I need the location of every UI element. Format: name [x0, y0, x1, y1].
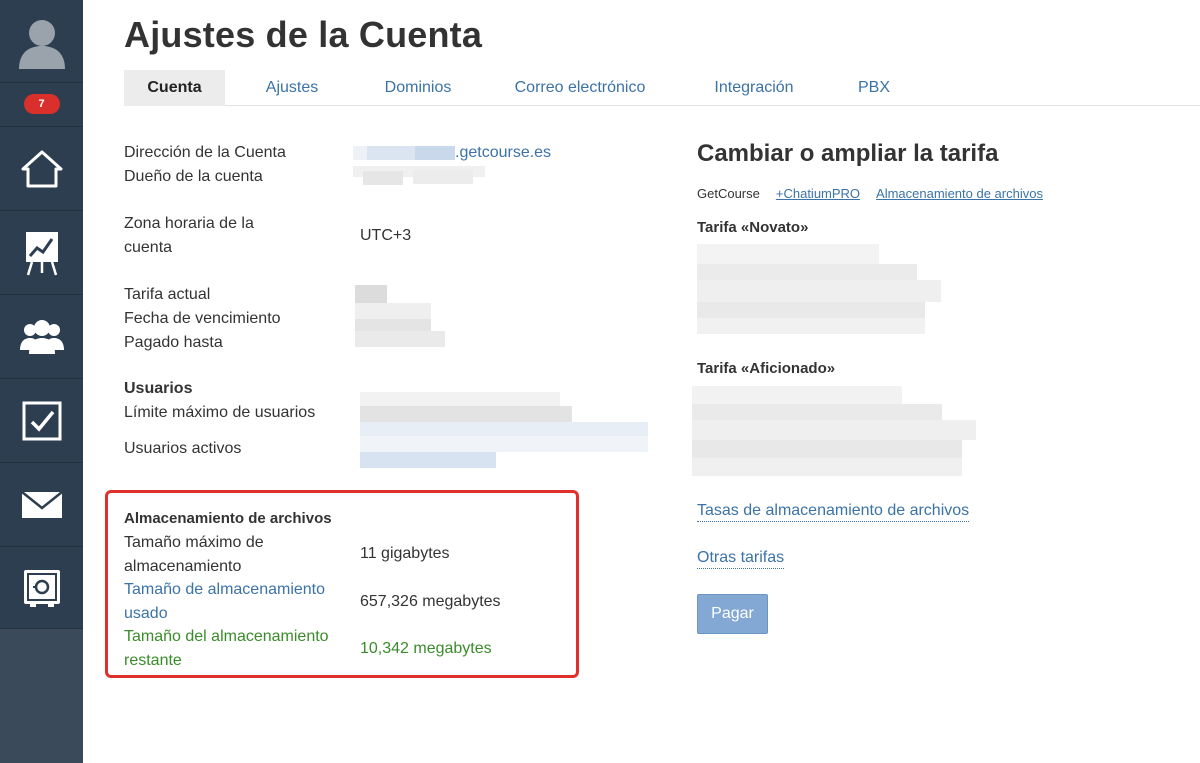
safe-icon — [23, 569, 60, 607]
redacted-address — [353, 146, 455, 160]
tab-correo[interactable]: Correo electrónico — [500, 70, 660, 106]
sidebar-item-reports[interactable] — [0, 211, 83, 295]
sidebar-item-safe[interactable] — [0, 547, 83, 629]
storage-heading: Almacenamiento de archivos — [124, 510, 332, 527]
storage-rates-link[interactable]: Tasas de almacenamiento de archivos — [697, 501, 970, 522]
storage-max-label-line2: almacenamiento — [124, 558, 242, 575]
tasks-icon — [22, 401, 61, 440]
address-label: Dirección de la Cuenta — [124, 144, 286, 161]
user-avatar[interactable] — [0, 0, 83, 83]
tab-cuenta[interactable]: Cuenta — [124, 70, 225, 106]
storage-max-value: 11 gigabytes — [360, 545, 450, 562]
address-domain-link[interactable]: .getcourse.es — [455, 141, 551, 165]
redacted-tariff-novato — [697, 244, 942, 336]
tariff-label: Tarifa actual — [124, 286, 211, 303]
home-icon — [21, 150, 62, 187]
timezone-label-line2: cuenta — [124, 239, 173, 256]
sidebar-item-mail[interactable] — [0, 463, 83, 547]
subnav-getcourse: GetCourse — [697, 186, 760, 201]
users-limit-label: Límite máximo de usuarios — [124, 404, 316, 421]
sidebar-item-users[interactable] — [0, 295, 83, 379]
storage-remaining-label-line2: restante — [124, 652, 182, 669]
chart-icon — [25, 231, 58, 275]
sidebar-item-tasks[interactable] — [0, 379, 83, 463]
page-title: Ajustes de la Cuenta — [124, 14, 483, 55]
main-content: Ajustes de la Cuenta Cuenta Ajustes Domi… — [83, 0, 1200, 763]
subnav-file-storage[interactable]: Almacenamiento de archivos — [876, 186, 1043, 201]
tab-integracion[interactable]: Integración — [696, 70, 812, 106]
storage-remaining-label-line1: Tamaño del almacenamiento — [124, 628, 329, 645]
users-heading: Usuarios — [124, 380, 193, 397]
tariff-novato-heading: Tarifa «Novato» — [697, 219, 809, 236]
redacted-owner — [353, 166, 485, 188]
storage-used-label-line1[interactable]: Tamaño de almacenamiento — [124, 578, 325, 602]
storage-remaining-value: 10,342 megabytes — [360, 640, 492, 657]
tab-ajustes[interactable]: Ajustes — [242, 70, 342, 106]
tab-pbx[interactable]: PBX — [840, 70, 908, 106]
timezone-value: UTC+3 — [360, 227, 412, 244]
sidebar: 7 — [0, 0, 83, 763]
notifications[interactable]: 7 — [0, 83, 83, 127]
redacted-users-values — [360, 392, 650, 472]
redacted-tariff-aficionado — [692, 386, 980, 478]
notification-badge: 7 — [23, 93, 60, 114]
tariff-aficionado-heading: Tarifa «Aficionado» — [697, 360, 836, 377]
storage-used-label-line2[interactable]: usado — [124, 602, 168, 626]
redacted-tariff-values — [355, 285, 447, 349]
tab-dominios[interactable]: Dominios — [368, 70, 468, 106]
other-tariffs-link[interactable]: Otras tarifas — [697, 548, 785, 569]
mail-icon — [20, 490, 63, 518]
sidebar-item-home[interactable] — [0, 127, 83, 211]
users-icon — [19, 319, 64, 354]
avatar-icon — [18, 20, 65, 69]
storage-used-value: 657,326 megabytes — [360, 593, 501, 610]
subnav-chatiumpro[interactable]: +ChatiumPRO — [776, 186, 860, 201]
storage-max-label-line1: Tamaño máximo de — [124, 534, 264, 551]
pay-button[interactable]: Pagar — [697, 594, 768, 634]
timezone-label-line1: Zona horaria de la — [124, 215, 254, 232]
tariff-subnav: GetCourse +ChatiumPRO Almacenamiento de … — [697, 186, 1043, 201]
users-active-label: Usuarios activos — [124, 440, 242, 457]
paid-until-label: Pagado hasta — [124, 334, 223, 351]
expiry-label: Fecha de vencimiento — [124, 310, 281, 327]
owner-label: Dueño de la cuenta — [124, 168, 263, 185]
tab-bar: Cuenta Ajustes Dominios Correo electróni… — [124, 70, 1200, 106]
tariff-section-title: Cambiar o ampliar la tarifa — [697, 140, 999, 167]
